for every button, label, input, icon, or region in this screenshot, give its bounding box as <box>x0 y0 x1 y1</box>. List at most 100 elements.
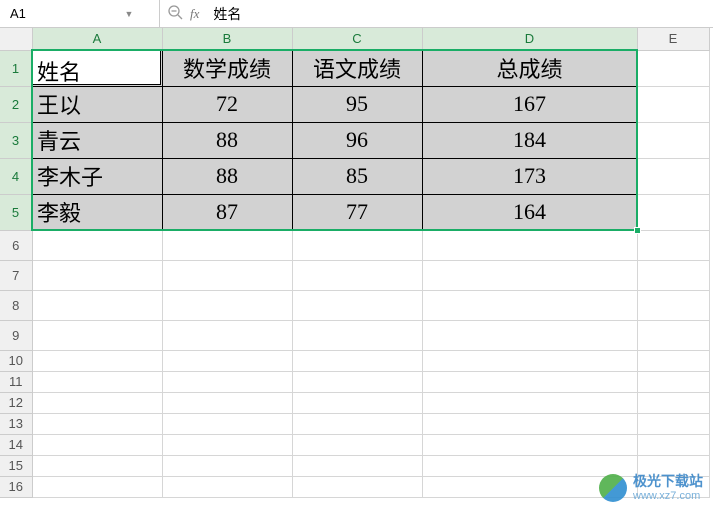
cell-C3[interactable]: 96 <box>292 122 422 158</box>
cell-B5[interactable]: 87 <box>162 194 292 230</box>
cell-A10[interactable] <box>32 350 162 371</box>
row-head-11[interactable]: 11 <box>0 371 32 392</box>
row-head-10[interactable]: 10 <box>0 350 32 371</box>
cell-C14[interactable] <box>292 434 422 455</box>
cell-C2[interactable]: 95 <box>292 86 422 122</box>
cell-B6[interactable] <box>162 230 292 260</box>
cell-A1[interactable]: 姓名 <box>32 50 162 86</box>
cell-A11[interactable] <box>32 371 162 392</box>
row-head-8[interactable]: 8 <box>0 290 32 320</box>
row-head-13[interactable]: 13 <box>0 413 32 434</box>
row-head-15[interactable]: 15 <box>0 455 32 476</box>
cell-B12[interactable] <box>162 392 292 413</box>
fill-handle[interactable] <box>634 227 641 234</box>
cell-D10[interactable] <box>422 350 637 371</box>
cell-D8[interactable] <box>422 290 637 320</box>
row-head-2[interactable]: 2 <box>0 86 32 122</box>
cell-E12[interactable] <box>637 392 709 413</box>
row-head-1[interactable]: 1 <box>0 50 32 86</box>
cell-E8[interactable] <box>637 290 709 320</box>
cell-A7[interactable] <box>32 260 162 290</box>
cell-D11[interactable] <box>422 371 637 392</box>
sheet-grid[interactable]: ABCDE1姓名数学成绩语文成绩总成绩2王以72951673青云88961844… <box>0 28 713 498</box>
cell-C4[interactable]: 85 <box>292 158 422 194</box>
cell-D3[interactable]: 184 <box>422 122 637 158</box>
cell-E2[interactable] <box>637 86 709 122</box>
cell-A8[interactable] <box>32 290 162 320</box>
cell-B9[interactable] <box>162 320 292 350</box>
row-head-4[interactable]: 4 <box>0 158 32 194</box>
cell-A6[interactable] <box>32 230 162 260</box>
cell-A2[interactable]: 王以 <box>32 86 162 122</box>
row-head-7[interactable]: 7 <box>0 260 32 290</box>
cell-D9[interactable] <box>422 320 637 350</box>
cell-E11[interactable] <box>637 371 709 392</box>
cell-B3[interactable]: 88 <box>162 122 292 158</box>
cell-C6[interactable] <box>292 230 422 260</box>
cell-A5[interactable]: 李毅 <box>32 194 162 230</box>
cell-C12[interactable] <box>292 392 422 413</box>
row-head-3[interactable]: 3 <box>0 122 32 158</box>
cell-E1[interactable] <box>637 50 709 86</box>
cell-B7[interactable] <box>162 260 292 290</box>
cell-E14[interactable] <box>637 434 709 455</box>
row-head-12[interactable]: 12 <box>0 392 32 413</box>
cell-E10[interactable] <box>637 350 709 371</box>
cell-D1[interactable]: 总成绩 <box>422 50 637 86</box>
cell-A12[interactable] <box>32 392 162 413</box>
cell-D12[interactable] <box>422 392 637 413</box>
cell-B4[interactable]: 88 <box>162 158 292 194</box>
cell-A4[interactable]: 李木子 <box>32 158 162 194</box>
cell-A9[interactable] <box>32 320 162 350</box>
cell-C10[interactable] <box>292 350 422 371</box>
cell-B11[interactable] <box>162 371 292 392</box>
cell-C16[interactable] <box>292 476 422 497</box>
cell-E4[interactable] <box>637 158 709 194</box>
name-box-input[interactable] <box>0 6 120 21</box>
cell-C7[interactable] <box>292 260 422 290</box>
cell-B10[interactable] <box>162 350 292 371</box>
cell-B1[interactable]: 数学成绩 <box>162 50 292 86</box>
cell-E5[interactable] <box>637 194 709 230</box>
cell-C15[interactable] <box>292 455 422 476</box>
zoom-out-icon[interactable] <box>160 5 190 23</box>
cell-B8[interactable] <box>162 290 292 320</box>
col-head-A[interactable]: A <box>32 28 162 50</box>
cell-C8[interactable] <box>292 290 422 320</box>
cell-C11[interactable] <box>292 371 422 392</box>
cell-B16[interactable] <box>162 476 292 497</box>
cell-B2[interactable]: 72 <box>162 86 292 122</box>
select-all-corner[interactable] <box>0 28 32 50</box>
cell-D4[interactable]: 173 <box>422 158 637 194</box>
row-head-5[interactable]: 5 <box>0 194 32 230</box>
cell-E9[interactable] <box>637 320 709 350</box>
cell-E3[interactable] <box>637 122 709 158</box>
cell-C9[interactable] <box>292 320 422 350</box>
col-head-E[interactable]: E <box>637 28 709 50</box>
col-head-B[interactable]: B <box>162 28 292 50</box>
cell-B13[interactable] <box>162 413 292 434</box>
col-head-C[interactable]: C <box>292 28 422 50</box>
cell-B14[interactable] <box>162 434 292 455</box>
cell-E13[interactable] <box>637 413 709 434</box>
cell-C5[interactable]: 77 <box>292 194 422 230</box>
cell-C13[interactable] <box>292 413 422 434</box>
cell-D6[interactable] <box>422 230 637 260</box>
fx-icon[interactable]: fx <box>190 6 199 22</box>
formula-input[interactable] <box>209 6 398 22</box>
cell-E7[interactable] <box>637 260 709 290</box>
cell-D13[interactable] <box>422 413 637 434</box>
cell-A15[interactable] <box>32 455 162 476</box>
cell-A14[interactable] <box>32 434 162 455</box>
cell-C1[interactable]: 语文成绩 <box>292 50 422 86</box>
cell-A3[interactable]: 青云 <box>32 122 162 158</box>
row-head-14[interactable]: 14 <box>0 434 32 455</box>
row-head-9[interactable]: 9 <box>0 320 32 350</box>
cell-A16[interactable] <box>32 476 162 497</box>
cell-A13[interactable] <box>32 413 162 434</box>
cell-D2[interactable]: 167 <box>422 86 637 122</box>
row-head-6[interactable]: 6 <box>0 230 32 260</box>
cell-D14[interactable] <box>422 434 637 455</box>
cell-D5[interactable]: 164 <box>422 194 637 230</box>
cell-E6[interactable] <box>637 230 709 260</box>
